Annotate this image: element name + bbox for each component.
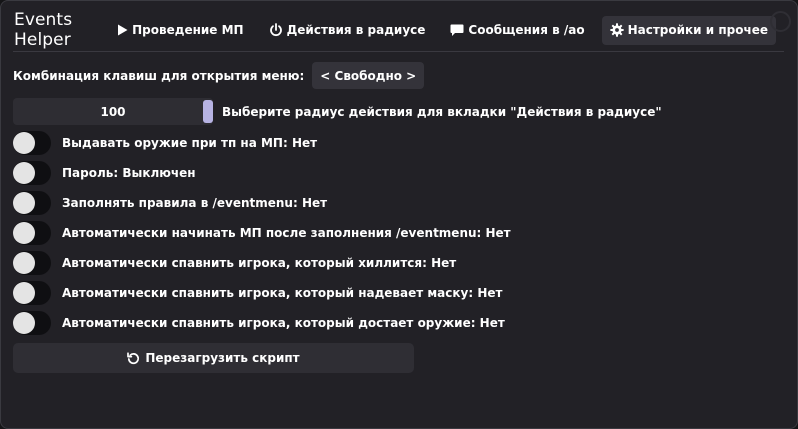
toggle-switch[interactable] (13, 221, 51, 245)
toggle-switch[interactable] (13, 161, 51, 185)
header: Events Helper Проведение МП Действия в р… (13, 10, 785, 50)
toggle-label: Автоматически спавнить игрока, который д… (62, 316, 505, 330)
status-circle (770, 11, 791, 32)
toggle-label: Выдавать оружие при тп на МП: Нет (62, 136, 318, 150)
gear-icon (609, 23, 624, 37)
tab-ao-messages-label: Сообщения в /ao (468, 23, 585, 37)
toggle-label: Автоматически спавнить игрока, который х… (62, 256, 457, 270)
toggle-switch[interactable] (13, 191, 51, 215)
toggle-row-password: Пароль: Выключен (13, 161, 196, 185)
app-title: Events Helper (14, 10, 73, 50)
hotkey-button[interactable]: < Свободно > (312, 62, 425, 89)
play-icon (118, 24, 128, 36)
toggle-knob (13, 222, 35, 244)
toggle-knob (13, 132, 35, 154)
toggle-label: Пароль: Выключен (62, 166, 196, 180)
toggle-switch[interactable] (13, 281, 51, 305)
toggle-knob (13, 312, 35, 334)
toggle-row-auto-start: Автоматически начинать МП после заполнен… (13, 221, 511, 245)
toggle-row-spawn-mask: Автоматически спавнить игрока, который н… (13, 281, 502, 305)
events-helper-window: Events Helper Проведение МП Действия в р… (0, 0, 798, 429)
toggle-knob (13, 192, 35, 214)
radius-row: 100 Выберите радиус действия для вкладки… (13, 98, 662, 125)
toggle-row-weapon-on-tp: Выдавать оружие при тп на МП: Нет (13, 131, 317, 155)
hotkey-label: Комбинация клавиш для открытия меню: (13, 68, 305, 83)
tab-radius-actions-label: Действия в радиусе (286, 23, 426, 37)
toggle-knob (13, 252, 35, 274)
tab-ao-messages[interactable]: Сообщения в /ao (442, 16, 592, 45)
reload-icon (127, 351, 140, 364)
tab-events-label: Проведение МП (132, 23, 244, 37)
radius-label: Выберите радиус действия для вкладки "Де… (222, 104, 662, 119)
toggle-knob (13, 162, 35, 184)
toggle-knob (13, 282, 35, 304)
hotkey-row: Комбинация клавиш для открытия меню: < С… (13, 62, 425, 89)
tab-radius-actions[interactable]: Действия в радиусе (261, 16, 434, 45)
toggle-label: Автоматически спавнить игрока, который н… (62, 286, 503, 300)
tab-settings-label: Настройки и прочее (627, 23, 768, 37)
toggle-row-spawn-healing: Автоматически спавнить игрока, который х… (13, 251, 456, 275)
toggle-row-fill-rules: Заполнять правила в /eventmenu: Нет (13, 191, 327, 215)
header-divider (13, 51, 784, 52)
toggle-row-spawn-weapon: Автоматически спавнить игрока, который д… (13, 311, 505, 335)
toggle-label: Автоматически начинать МП после заполнен… (62, 226, 511, 240)
toggle-label: Заполнять правила в /eventmenu: Нет (62, 196, 328, 210)
radius-slider-value: 100 (100, 104, 126, 119)
power-icon (269, 23, 282, 37)
tab-settings[interactable]: Настройки и прочее (601, 15, 776, 45)
tab-events[interactable]: Проведение МП (109, 16, 251, 45)
radius-slider-thumb[interactable] (203, 100, 213, 123)
toggle-switch[interactable] (13, 131, 51, 155)
radius-slider[interactable]: 100 (13, 98, 213, 125)
reload-script-button[interactable]: Перезагрузить скрипт (13, 343, 414, 373)
reload-script-label: Перезагрузить скрипт (145, 351, 300, 365)
message-icon (450, 24, 464, 36)
toggle-switch[interactable] (13, 251, 51, 275)
toggle-switch[interactable] (13, 311, 51, 335)
